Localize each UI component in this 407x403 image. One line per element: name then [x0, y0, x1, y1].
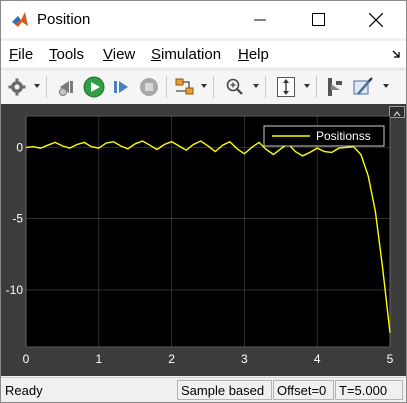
menu-tools-label: ools	[56, 46, 85, 63]
x-tick-label: 1	[95, 352, 102, 366]
toolbar-separator	[265, 76, 266, 98]
menu-tools-mnemonic: T	[49, 46, 57, 63]
x-tick-label: 0	[23, 352, 30, 366]
scope-window: Position File Tools View Simulation Help	[0, 0, 407, 403]
title-bar[interactable]: Position	[1, 1, 406, 38]
maximize-button[interactable]	[295, 1, 341, 38]
autoscale-dropdown-icon[interactable]	[304, 84, 310, 88]
window-title: Position	[37, 11, 91, 28]
status-bar: Ready Sample based Offset=0 T=5.000	[1, 377, 406, 402]
matlab-logo-icon	[12, 12, 28, 27]
menu-file[interactable]: File	[9, 46, 33, 63]
menu-help[interactable]: Help	[238, 46, 269, 63]
y-tick-label: -5	[12, 212, 23, 226]
highlight-model-button[interactable]	[173, 74, 197, 100]
y-tick-label: 0	[16, 140, 23, 154]
status-mode-cell: Sample based	[177, 380, 272, 400]
highlight-dropdown-icon[interactable]	[201, 84, 207, 88]
legend-label: Positionss	[316, 129, 371, 143]
menu-view[interactable]: View	[103, 46, 135, 63]
step-back-icon	[59, 81, 73, 96]
menu-simulation-mnemonic: S	[151, 46, 162, 63]
toolbar-separator	[166, 76, 167, 98]
zoom-icon	[226, 78, 243, 95]
style-dropdown-icon[interactable]	[383, 84, 389, 88]
menu-help-mnemonic: H	[238, 46, 249, 63]
menu-simulation[interactable]: Simulation	[151, 46, 221, 63]
settings-button[interactable]	[6, 74, 28, 100]
menu-view-label: iew	[112, 46, 136, 63]
menu-simulation-label: imulation	[161, 46, 222, 63]
highlight-model-icon	[175, 78, 194, 95]
run-button[interactable]	[82, 74, 106, 100]
menu-overflow-icon[interactable]	[391, 49, 401, 59]
maximize-icon	[311, 13, 325, 26]
toolbar-separator	[213, 76, 214, 98]
y-tick-label: -10	[6, 283, 24, 297]
stop-button[interactable]	[138, 74, 160, 100]
settings-dropdown-icon[interactable]	[34, 84, 40, 88]
minimize-button[interactable]	[237, 1, 283, 38]
autoscale-button[interactable]	[274, 74, 298, 100]
toolbar	[1, 69, 406, 105]
style-button[interactable]	[351, 74, 375, 100]
status-time: T=5.000	[339, 383, 388, 398]
x-tick-label: 3	[241, 352, 248, 366]
toolbar-separator	[316, 76, 317, 98]
status-offset-cell: Offset=0	[273, 380, 334, 400]
status-mode: Sample based	[181, 383, 265, 398]
x-tick-label: 2	[168, 352, 175, 366]
menu-file-mnemonic: F	[9, 46, 19, 63]
x-tick-label: 5	[387, 352, 394, 366]
x-tick-label: 4	[314, 352, 321, 366]
toolbar-separator	[46, 76, 47, 98]
cursor-measurements-button[interactable]	[323, 74, 347, 100]
stop-icon	[140, 78, 158, 96]
cursor-measurements-icon	[328, 78, 342, 96]
step-forward-icon	[114, 81, 128, 93]
scope-plot[interactable]: 0 1 2 3 4 5 0 -5 -10 Positionss	[1, 104, 406, 376]
zoom-button[interactable]	[223, 74, 247, 100]
style-icon	[353, 77, 373, 95]
step-back-button[interactable]	[55, 74, 77, 100]
minimize-icon	[254, 19, 266, 20]
status-time-cell: T=5.000	[335, 380, 403, 400]
run-icon	[83, 76, 105, 98]
zoom-dropdown-icon[interactable]	[253, 84, 259, 88]
menu-view-mnemonic: V	[103, 46, 113, 63]
menu-help-label: elp	[248, 46, 269, 63]
step-forward-button[interactable]	[110, 74, 132, 100]
autoscale-icon	[277, 77, 295, 97]
close-button[interactable]	[353, 1, 399, 38]
status-offset: Offset=0	[277, 383, 327, 398]
menu-bar: File Tools View Simulation Help	[1, 41, 406, 67]
menu-tools[interactable]: Tools	[49, 46, 84, 63]
close-icon	[369, 12, 383, 27]
menu-file-label: ile	[18, 46, 34, 63]
status-state: Ready	[5, 383, 43, 398]
gear-icon	[8, 78, 26, 96]
